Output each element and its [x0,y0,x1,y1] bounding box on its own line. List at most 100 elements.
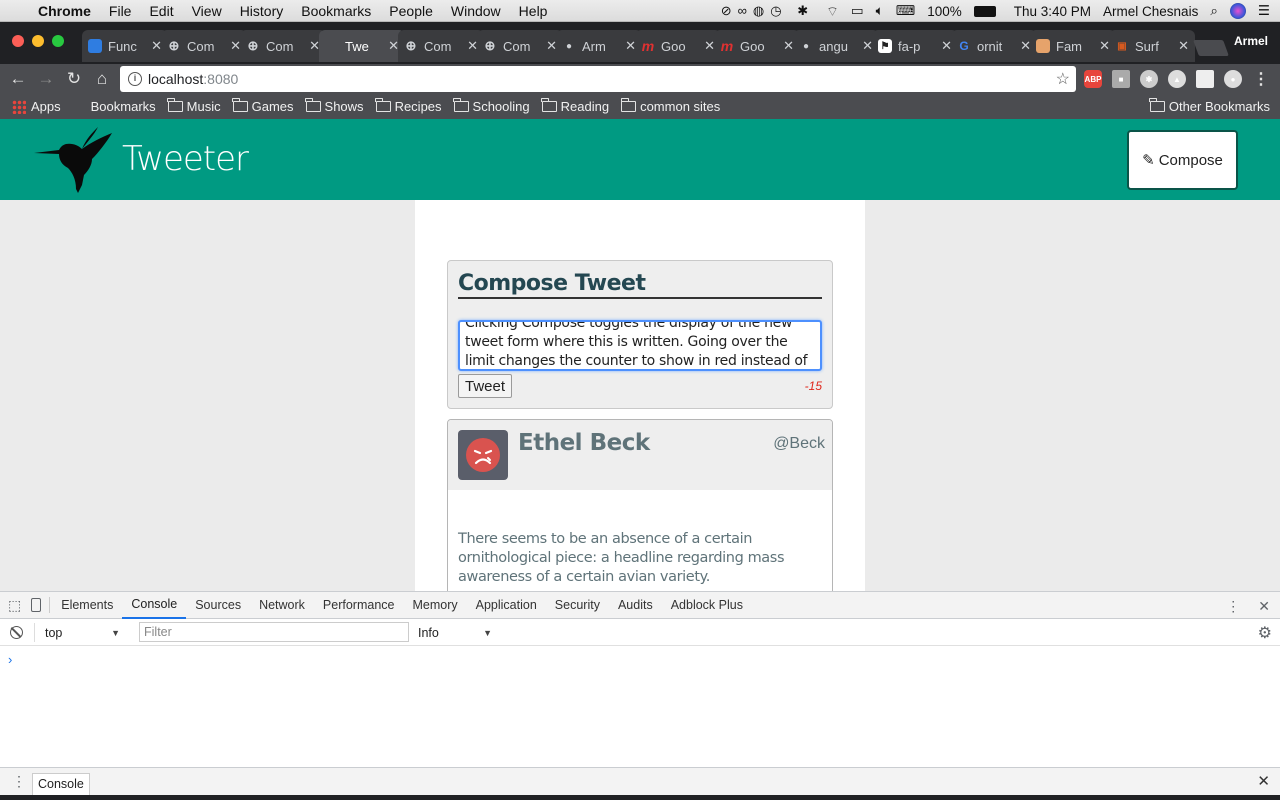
account-icon[interactable]: ● [1224,70,1242,88]
address-bar[interactable]: i localhost:8080 ☆ [120,66,1076,92]
browser-tab[interactable]: ⚑ fa-p ✕ [872,30,958,62]
notification-center-icon[interactable]: ☰ [1258,3,1270,19]
bookmark-apps[interactable]: Apps [12,99,61,114]
menu-window[interactable]: Window [451,3,501,19]
menu-edit[interactable]: Edit [149,3,173,19]
browser-tab[interactable]: Func ✕ [82,30,168,62]
extension-icon[interactable]: ■ [1112,70,1130,88]
menu-help[interactable]: Help [519,3,548,19]
new-tab-button[interactable] [1193,40,1229,56]
reload-icon[interactable]: ↻ [60,65,88,93]
clock[interactable]: Thu 3:40 PM [1014,4,1091,19]
context-selector[interactable]: top ▼ [34,623,126,642]
battery-percent[interactable]: 100% [927,4,962,19]
spotlight-icon[interactable]: ⌕ [1210,3,1218,19]
devtools-close-icon[interactable]: ✕ [1258,598,1270,615]
devtools-tab-sources[interactable]: Sources [186,592,250,619]
console-prompt[interactable]: › [8,652,12,667]
menu-file[interactable]: File [109,3,132,19]
github-icon: ● [802,40,810,52]
browser-tab[interactable]: ⊕ Com ✕ [240,30,326,62]
site-info-icon[interactable]: i [128,72,142,86]
menu-app-name[interactable]: Chrome [38,3,91,19]
bookmark-folder-common-sites[interactable]: common sites [620,98,720,114]
console-settings-gear-icon[interactable]: ⚙ [1258,623,1272,643]
back-icon[interactable]: ← [4,65,32,93]
devtools-tab-audits[interactable]: Audits [609,592,662,619]
browser-tab[interactable]: ⊕ Com ✕ [161,30,247,62]
zoom-window-button[interactable] [52,35,64,47]
brand-title[interactable]: Tweeter [122,139,249,179]
siri-icon[interactable] [1229,3,1246,19]
browser-tab[interactable]: ● Arm ✕ [556,30,642,62]
puzzle-icon[interactable]: ✱ [1140,70,1158,88]
devtools-tab-network[interactable]: Network [250,592,314,619]
browser-tab[interactable]: ● angu ✕ [793,30,879,62]
google-icon: G [959,39,969,53]
devtools-tab-elements[interactable]: Elements [52,592,122,619]
browser-tab[interactable]: Fam ✕ [1030,30,1116,62]
browser-tab[interactable]: Twe ✕ [319,30,405,62]
profile-name[interactable]: Armel [1234,34,1268,48]
drawer-close-icon[interactable]: ✕ [1257,772,1270,790]
window-icon[interactable] [1196,70,1214,88]
devtools-panel: ⬚ Elements Console Sources Network Performan… [0,591,1280,800]
drawer-tab-console[interactable]: Console [32,772,90,795]
browser-tab[interactable]: m Goo ✕ [714,30,800,62]
browser-tab[interactable]: ▣ Surf ✕ [1109,30,1195,62]
minimize-window-button[interactable] [32,35,44,47]
bookmark-folder-music[interactable]: Music [167,98,221,114]
devtools-tabbar: ⬚ Elements Console Sources Network Performan… [0,592,1280,619]
battery-icon[interactable] [973,5,996,17]
devtools-tab-console[interactable]: Console [122,592,187,619]
menu-bookmarks[interactable]: Bookmarks [301,3,371,19]
tab-title: Func [108,38,137,54]
devtools-tab-security[interactable]: Security [546,592,609,619]
tab-title: Com [187,38,215,54]
bookmark-bookmarks[interactable]: Bookmarks [91,99,156,114]
drawer-menu-icon[interactable]: ⋮ [12,773,26,790]
browser-tab[interactable]: ⊕ Com ✕ [477,30,563,62]
browser-tab[interactable]: m Goo ✕ [635,30,721,62]
user-name[interactable]: Armel Chesnais [1103,4,1198,19]
browser-tab[interactable]: Gornit ✕ [951,30,1037,62]
bookmark-folder-shows[interactable]: Shows [305,98,364,114]
devtools-menu-icon[interactable]: ⋮ [1226,598,1240,615]
inspect-element-icon[interactable]: ⬚ [8,597,21,614]
volume-icon[interactable]: 🔈︎ [876,3,884,19]
clear-console-icon[interactable] [10,625,23,639]
airplay-icon[interactable]: ▭ [851,3,864,19]
close-window-button[interactable] [12,35,24,47]
input-source-icon[interactable]: ⌨︎ [896,3,916,19]
close-tab-icon[interactable]: ✕ [1178,38,1189,54]
tweet-textarea[interactable]: Clicking Compose toggles the display of … [458,320,822,371]
tweet-submit-button[interactable]: Tweet [458,374,512,398]
drive-icon[interactable]: ▲ [1168,70,1186,88]
forward-icon[interactable]: → [32,65,60,93]
menu-history[interactable]: History [240,3,284,19]
bookmark-folder-other[interactable]: Other Bookmarks [1149,98,1270,114]
devtools-tab-memory[interactable]: Memory [403,592,466,619]
devtools-tab-application[interactable]: Application [467,592,546,619]
device-toolbar-icon[interactable] [31,598,42,612]
menu-people[interactable]: People [389,3,433,19]
menu-view[interactable]: View [192,3,222,19]
bookmark-folder-reading[interactable]: Reading [541,98,609,114]
address-host: localhost [148,71,204,87]
adblock-plus-icon[interactable]: ABP [1084,70,1102,88]
compose-button[interactable]: ✎ Compose [1127,130,1238,190]
devtools-tab-adblock-plus[interactable]: Adblock Plus [662,592,752,619]
log-level-selector[interactable]: Info ▼ [418,623,494,642]
home-icon[interactable]: ⌂ [88,65,116,93]
wifi-icon[interactable]: ⌔ [826,3,839,20]
devtools-tab-performance[interactable]: Performance [314,592,404,619]
browser-tab[interactable]: ⊕ Com ✕ [398,30,484,62]
bookmark-folder-recipes[interactable]: Recipes [375,98,442,114]
bookmark-folder-schooling[interactable]: Schooling [453,98,530,114]
bookmark-apps-label: Apps [31,99,61,114]
bookmark-label: Music [186,99,221,114]
bookmark-folder-games[interactable]: Games [232,98,294,114]
bookmark-star-icon[interactable]: ☆ [1056,69,1070,89]
chrome-menu-icon[interactable]: ⋮ [1252,70,1270,88]
console-filter-input[interactable]: Filter [139,622,409,642]
